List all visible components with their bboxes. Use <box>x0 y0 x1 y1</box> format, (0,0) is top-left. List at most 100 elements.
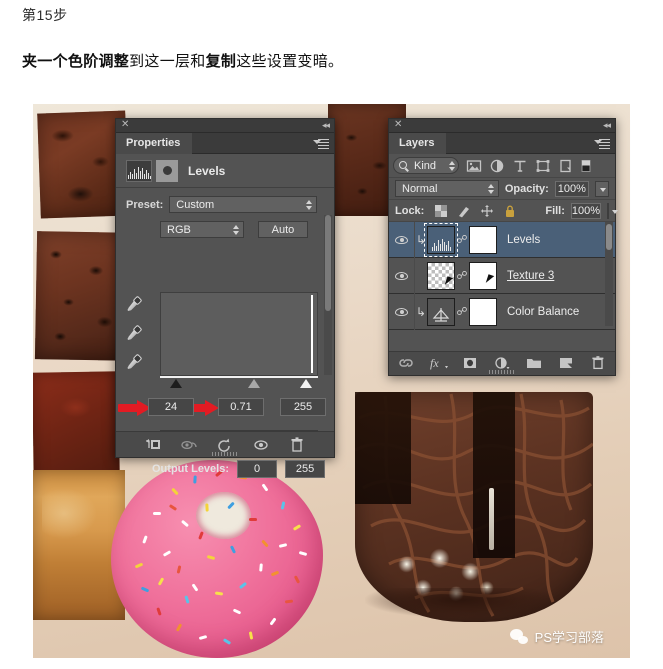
add-layer-mask-icon[interactable] <box>461 356 479 372</box>
layer-thumbnail[interactable] <box>427 297 455 326</box>
layer-name[interactable]: Texture 3 <box>507 270 554 282</box>
delete-icon[interactable] <box>288 436 306 453</box>
preset-stepper-icon[interactable] <box>306 200 313 210</box>
fill-value[interactable]: 100% <box>570 202 602 219</box>
toggle-visibility-icon[interactable] <box>252 437 270 453</box>
layer-thumbnail[interactable] <box>424 222 458 257</box>
input-levels-sliders[interactable] <box>160 379 318 391</box>
link-mask-icon[interactable]: ☍ <box>455 269 469 282</box>
layers-tabbar[interactable]: Layers <box>389 133 615 154</box>
clip-to-layer-toggle-icon[interactable] <box>156 159 178 182</box>
preset-select[interactable]: Custom <box>169 196 318 213</box>
close-icon[interactable]: ✕ <box>394 120 403 130</box>
cursor-icon <box>485 273 495 285</box>
layer-visibility-icon[interactable] <box>389 293 415 330</box>
blend-mode-stepper-icon[interactable] <box>487 184 494 194</box>
output-levels-row: Output Levels: 0 255 <box>152 460 326 478</box>
collapse-panel-icon[interactable]: ◂◂ <box>603 120 611 130</box>
black-point-eyedropper-icon[interactable] <box>124 295 143 314</box>
blend-mode-row: Normal Opacity: 100% <box>389 178 615 200</box>
layer-mask-thumbnail[interactable] <box>469 225 497 254</box>
clip-to-layer-icon[interactable] <box>144 437 162 453</box>
filter-kind-stepper-icon[interactable] <box>449 161 455 171</box>
layer-mask-thumbnail[interactable] <box>469 261 497 290</box>
output-white-field[interactable]: 255 <box>285 460 326 478</box>
layers-titlebar[interactable]: ✕ ◂◂ <box>389 119 615 133</box>
filter-type-icon[interactable] <box>512 158 528 174</box>
watermark-text: PS学习部落 <box>534 630 604 645</box>
auto-button[interactable]: Auto <box>258 221 308 238</box>
levels-histogram-icon[interactable] <box>126 159 152 182</box>
reset-icon[interactable] <box>216 437 234 453</box>
highlight-slider-handle[interactable] <box>300 379 312 388</box>
properties-scrollbar[interactable] <box>324 215 332 375</box>
panel-grip[interactable] <box>212 452 238 456</box>
output-black-field[interactable]: 0 <box>237 460 278 478</box>
layer-name[interactable]: Levels <box>507 234 540 246</box>
clipping-mask-indicator-icon: ↳ <box>415 304 427 319</box>
shadow-slider-handle[interactable] <box>170 379 182 388</box>
fill-dropdown-icon[interactable] <box>607 202 619 219</box>
panel-menu-icon[interactable] <box>313 137 330 150</box>
panel-grip[interactable] <box>489 370 515 374</box>
output-levels-label: Output Levels: <box>152 463 230 475</box>
filter-kind-select[interactable]: Kind <box>393 157 459 174</box>
properties-titlebar[interactable]: ✕ ◂◂ <box>116 119 334 133</box>
clipping-mask-indicator-icon: ↳ <box>415 232 427 247</box>
layer-style-fx-icon[interactable]: fx <box>429 356 448 372</box>
white-point-eyedropper-icon[interactable] <box>124 353 143 372</box>
link-mask-icon[interactable]: ☍ <box>455 305 469 318</box>
lock-image-pixels-icon[interactable] <box>457 204 471 218</box>
channel-value: RGB <box>167 224 191 236</box>
view-previous-state-icon[interactable] <box>180 437 198 453</box>
adjustment-title: Levels <box>188 163 226 178</box>
layer-visibility-icon[interactable] <box>389 257 415 294</box>
lock-transparent-pixels-icon[interactable] <box>434 204 448 218</box>
opacity-dropdown-icon[interactable] <box>594 180 609 197</box>
filter-smart-object-icon[interactable] <box>558 158 574 174</box>
link-layers-icon[interactable] <box>397 356 415 372</box>
step-label: 第15步 <box>22 7 68 23</box>
properties-tabbar[interactable]: Properties <box>116 133 334 154</box>
filter-adjustment-icon[interactable] <box>489 158 505 174</box>
blend-mode-select[interactable]: Normal <box>395 180 499 197</box>
input-highlight-field[interactable]: 255 <box>280 398 326 416</box>
properties-panel[interactable]: ✕ ◂◂ Properties Levels Preset: Custom RG… <box>115 118 335 478</box>
layer-mask-thumbnail[interactable] <box>469 297 497 326</box>
input-shadow-field[interactable]: 24 <box>148 398 194 416</box>
filter-toggle-icon[interactable] <box>581 158 597 174</box>
midtone-slider-handle[interactable] <box>248 379 260 388</box>
gray-point-eyedropper-icon[interactable] <box>124 324 143 343</box>
delete-layer-icon[interactable] <box>589 355 607 372</box>
new-group-icon[interactable] <box>525 356 543 372</box>
filter-shape-icon[interactable] <box>535 158 551 174</box>
lock-label: Lock: <box>395 204 425 217</box>
wechat-icon <box>509 629 528 644</box>
lock-row: Lock: Fill: 100% <box>389 200 619 222</box>
tab-properties[interactable]: Properties <box>116 133 193 154</box>
opacity-value[interactable]: 100% <box>554 180 589 197</box>
collapse-panel-icon[interactable]: ◂◂ <box>322 120 330 130</box>
link-mask-icon[interactable]: ☍ <box>455 233 469 246</box>
chocolate-drizzle-piece <box>355 392 593 622</box>
preset-value: Custom <box>176 199 215 211</box>
layer-thumbnail[interactable] <box>427 261 455 290</box>
table-row[interactable]: ↳ ☍ Levels <box>389 221 615 258</box>
layers-scrollbar[interactable] <box>605 222 613 326</box>
panel-menu-icon[interactable] <box>594 137 611 150</box>
close-icon[interactable]: ✕ <box>121 120 130 130</box>
lock-all-icon[interactable] <box>503 204 517 218</box>
channel-stepper-icon[interactable] <box>233 225 239 235</box>
channel-select[interactable]: RGB <box>160 221 244 238</box>
table-row[interactable]: ↳ ☍ Color Balance <box>389 293 615 330</box>
tab-layers[interactable]: Layers <box>389 133 447 154</box>
svg-text:fx: fx <box>430 356 439 370</box>
layer-name[interactable]: Color Balance <box>507 306 579 318</box>
table-row[interactable]: ☍ Texture 3 <box>389 257 615 294</box>
new-layer-icon[interactable] <box>557 356 575 372</box>
lock-position-icon[interactable] <box>480 204 494 218</box>
layers-panel[interactable]: ✕ ◂◂ Layers Kind Normal Opacity: 100% Lo… <box>388 118 619 376</box>
layer-visibility-icon[interactable] <box>389 221 415 258</box>
filter-pixel-icon[interactable] <box>466 158 482 174</box>
input-midtone-field[interactable]: 0.71 <box>218 398 264 416</box>
